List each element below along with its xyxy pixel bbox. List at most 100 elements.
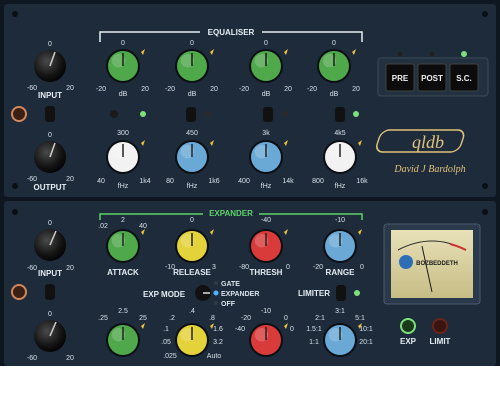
lower-4-l3: 1:1 <box>309 339 319 346</box>
lower-4-r3: 20:1 <box>359 339 373 346</box>
exp-output-knob[interactable] <box>34 320 66 352</box>
exp-knob-2-right: 3 <box>212 264 216 271</box>
eq-gain-3-right: 20 <box>284 86 292 93</box>
eq-input-left: -60 <box>27 85 37 92</box>
band4-led <box>353 111 359 117</box>
eq-gain-4-top: 0 <box>332 40 336 47</box>
brand-logo-text: qldb <box>412 132 444 152</box>
eq-input-top: 0 <box>48 41 52 48</box>
eq-gain-2-right: 20 <box>210 86 218 93</box>
lower-1-tl: .25 <box>98 315 108 322</box>
band2-toggle[interactable] <box>186 107 196 122</box>
lower-2-l3: .05 <box>161 339 171 346</box>
equaliser-title: EQUALISER <box>208 28 255 37</box>
eq-gain-2-left: -20 <box>165 86 175 93</box>
band1-led <box>140 111 146 117</box>
lower-4-tr: 5:1 <box>355 315 365 322</box>
band1-toggle[interactable] <box>110 110 118 118</box>
eq-gain-4-unit: dB <box>330 91 339 98</box>
exp-knob-1-tl: .02 <box>98 223 108 230</box>
eq-gain-3-top: 0 <box>264 40 268 47</box>
eq-output-knob[interactable] <box>34 141 66 173</box>
lower-4-tl: 2:1 <box>315 315 325 322</box>
lower-4-r2: 10:1 <box>359 326 373 333</box>
eq-gain-1-left: -20 <box>96 86 106 93</box>
band3-toggle[interactable] <box>263 107 273 122</box>
lower-2-r3: 3.2 <box>213 339 223 346</box>
lower-3-r2: 0 <box>290 326 294 333</box>
eq-gain-1-top: 0 <box>121 40 125 47</box>
mode-gate-label[interactable]: GATE <box>221 281 240 288</box>
eq-freq-3-right: 14k <box>282 178 294 185</box>
eq-input-label: INPUT <box>38 91 62 100</box>
exp-input-label: INPUT <box>38 269 62 278</box>
eq-freq-2-right: 1k6 <box>208 178 219 185</box>
mode-expander-label[interactable]: EXPANDER <box>221 291 259 298</box>
eq-output-left: -60 <box>27 176 37 183</box>
lower-3-l2: -40 <box>235 326 245 333</box>
lower-2-l4: .025 <box>163 353 177 360</box>
exp-input-right: 20 <box>66 265 74 272</box>
lower-2-tr: .8 <box>209 315 215 322</box>
eq-gain-3-left: -20 <box>239 86 249 93</box>
eq-gain-1-right: 20 <box>141 86 149 93</box>
exp-output-left: -60 <box>27 355 37 362</box>
band2-led <box>205 111 211 117</box>
eq-button-group: PRE POST S.C. <box>377 51 489 97</box>
limiter-led <box>354 290 360 296</box>
exp-output-top: 0 <box>48 311 52 318</box>
eq-freq-4-unit: fHz <box>335 183 346 190</box>
eq-gain-2-unit: dB <box>188 91 197 98</box>
eq-output-label: OUTPUT <box>34 183 67 192</box>
lower-2-r2: 1.6 <box>213 326 223 333</box>
mode-gate-led <box>214 281 218 285</box>
lower-3-tl: -20 <box>241 315 251 322</box>
lower-4-l2: 1.5:1 <box>306 326 322 333</box>
lower-2-tl: .2 <box>169 315 175 322</box>
eq-freq-4-top: 4k5 <box>334 130 345 137</box>
exp-knob-4-top: -10 <box>335 217 345 224</box>
plugin-canvas: EQUALISER 0 -60 20 INPUT 0 -20 dB 20 0 -20 dB 2… <box>0 0 500 403</box>
exp-knob-4-label: RANGE <box>326 268 356 277</box>
lower-1-top: 2.5 <box>118 308 128 315</box>
eq-freq-4-left: 800 <box>312 178 324 185</box>
pre-button-label: PRE <box>392 74 409 83</box>
exp-knob-1-label: ATTACK <box>107 268 139 277</box>
mode-off-led <box>214 301 218 305</box>
limit-indicator-led <box>432 318 448 334</box>
exp-knob-3-left: -80 <box>239 264 249 271</box>
eq-freq-1-top: 300 <box>117 130 129 137</box>
exp-indicator-led <box>400 318 416 334</box>
lower-2-top: .4 <box>189 308 195 315</box>
exp-input-left: -60 <box>27 265 37 272</box>
mode-expander-led <box>213 290 219 296</box>
exp-knob-4-right: 0 <box>360 264 364 271</box>
exp-output-right: 20 <box>66 355 74 362</box>
exp-bypass-toggle[interactable] <box>45 284 55 300</box>
meter-logo-icon <box>399 255 413 269</box>
sc-led <box>461 51 467 57</box>
eq-gain-4-right: 20 <box>352 86 360 93</box>
exp-input-knob[interactable] <box>34 229 66 261</box>
vu-meter: BOZBEDDETH <box>383 223 481 305</box>
signature: David J Bardolph <box>393 164 465 175</box>
lower-1-tr: 25 <box>139 315 147 322</box>
exp-power-button[interactable] <box>11 284 27 300</box>
eq-input-knob[interactable] <box>34 50 66 82</box>
exp-knob-2-top: 0 <box>190 217 194 224</box>
eq-freq-1-right: 1k4 <box>139 178 150 185</box>
eq-bypass-toggle[interactable] <box>45 106 55 122</box>
exp-knob-2-label: RELEASE <box>173 268 211 277</box>
eq-power-button[interactable] <box>11 106 27 122</box>
exp-knob-3-top: -40 <box>261 217 271 224</box>
exp-mode-label: EXP MODE <box>143 290 186 299</box>
band3-led <box>282 111 288 117</box>
eq-freq-4-right: 16k <box>356 178 368 185</box>
limiter-toggle[interactable] <box>336 285 346 301</box>
eq-freq-1-left: 40 <box>97 178 105 185</box>
mode-off-label[interactable]: OFF <box>221 301 236 308</box>
eq-gain-2-top: 0 <box>190 40 194 47</box>
eq-output-right: 20 <box>66 176 74 183</box>
lower-3-top: -10 <box>261 308 271 315</box>
band4-toggle[interactable] <box>335 107 345 122</box>
